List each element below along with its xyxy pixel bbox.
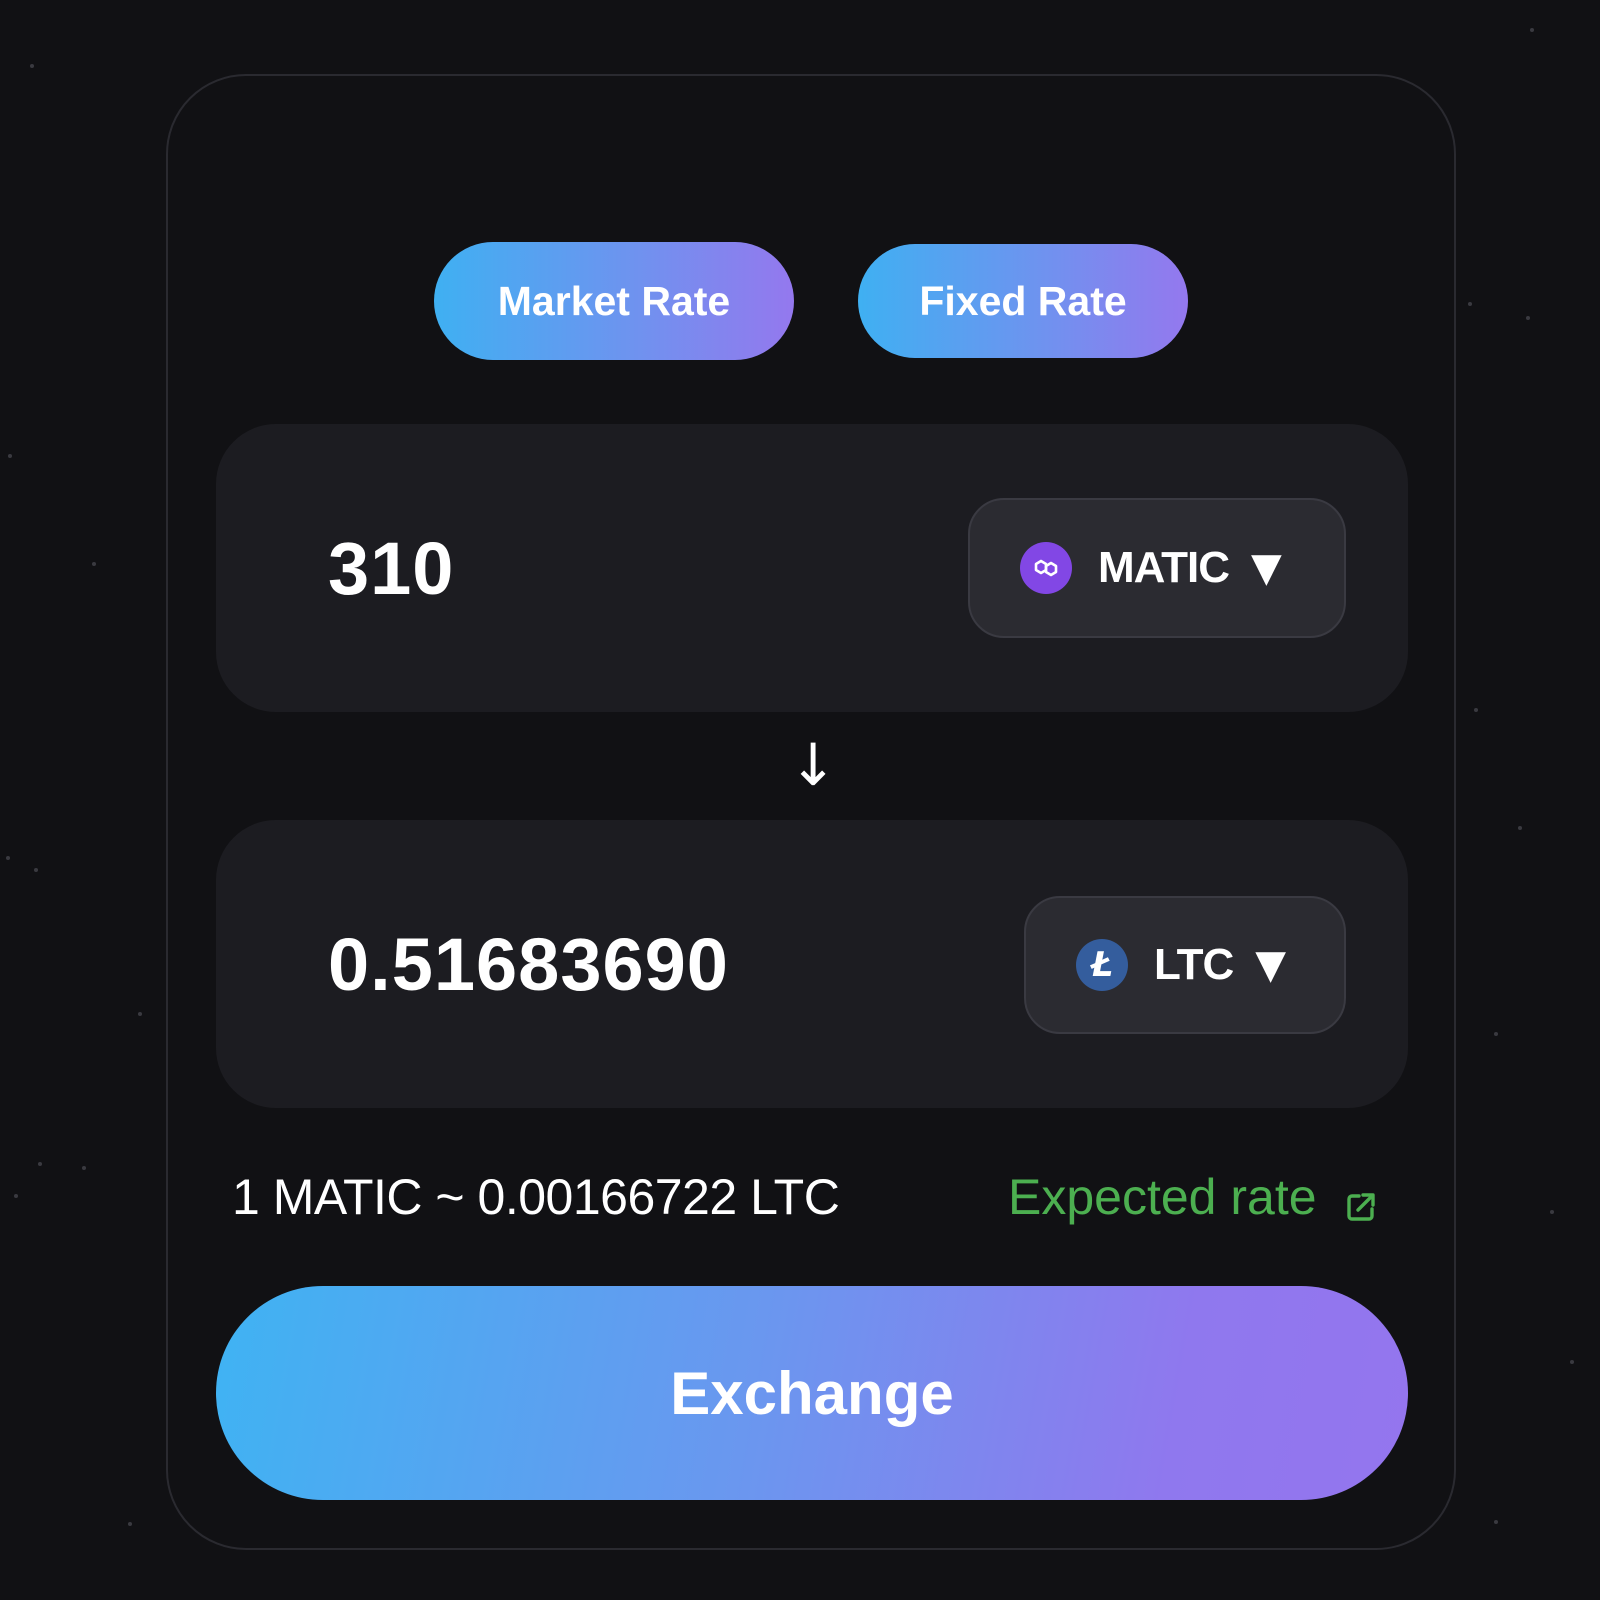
star-dot [1530,28,1534,32]
star-dot [1518,826,1522,830]
star-dot [138,1012,142,1016]
star-dot [92,562,96,566]
star-dot [128,1522,132,1526]
star-dot [30,64,34,68]
receive-coin-select[interactable]: Ł LTC ▼ [1024,896,1346,1034]
star-dot [1570,1360,1574,1364]
star-dot [1468,302,1472,306]
star-dot [8,454,12,458]
market-rate-tab[interactable]: Market Rate [434,242,794,360]
chevron-down-icon: ▼ [1251,545,1282,591]
exchange-rate-text: 1 MATIC ~ 0.00166722 LTC [232,1169,840,1225]
send-panel: 310 MATIC ▼ [216,424,1408,712]
star-dot [1494,1520,1498,1524]
external-link-icon [1343,1179,1379,1221]
receive-amount-value: 0.51683690 [328,922,729,1006]
page-background: Market Rate Fixed Rate 310 MATIC ▼ ↓ 0.5… [0,0,1600,1600]
expected-rate-link[interactable]: Expected rate [1008,1168,1379,1226]
exchange-button[interactable]: Exchange [216,1286,1408,1500]
star-dot [34,868,38,872]
star-dot [1550,1210,1554,1214]
send-coin-select[interactable]: MATIC ▼ [968,498,1346,638]
star-dot [1494,1032,1498,1036]
star-dot [1474,708,1478,712]
receive-coin-label: LTC [1154,940,1234,989]
arrow-down-icon: ↓ [788,731,838,799]
expected-rate-label: Expected rate [1008,1169,1317,1225]
star-dot [14,1194,18,1198]
chevron-down-icon: ▼ [1255,942,1287,988]
fixed-rate-tab[interactable]: Fixed Rate [858,244,1188,358]
star-dot [6,856,10,860]
polygon-matic-icon [1020,542,1072,594]
star-dot [82,1166,86,1170]
exchange-widget: Market Rate Fixed Rate 310 MATIC ▼ ↓ 0.5… [166,74,1456,1550]
star-dot [1526,316,1530,320]
star-dot [38,1162,42,1166]
receive-panel: 0.51683690 Ł LTC ▼ [216,820,1408,1108]
send-coin-label: MATIC [1098,543,1230,592]
send-amount-input[interactable]: 310 [328,424,454,712]
litecoin-icon: Ł [1076,939,1128,991]
